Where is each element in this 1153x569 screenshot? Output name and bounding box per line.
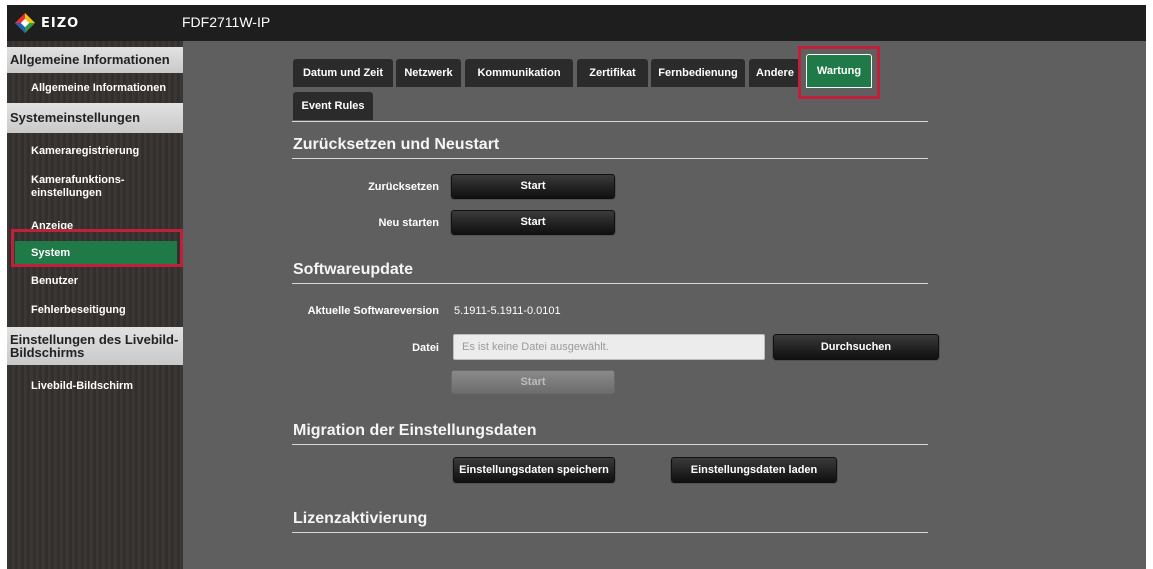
top-bar: EIZO FDF2711W-IP [7, 5, 1146, 41]
sidebar-item-camera-function-settings[interactable]: Kamerafunktions- einstellungen [7, 169, 157, 205]
browse-button[interactable]: Durchsuchen [773, 334, 939, 359]
sidebar-section-system-settings[interactable]: Systemeinstellungen [7, 103, 183, 133]
restart-start-button[interactable]: Start [451, 210, 615, 234]
restart-label: Neu starten [378, 217, 439, 229]
device-title: FDF2711W-IP [182, 14, 271, 30]
section-divider-software-update [292, 283, 928, 284]
section-title-reset: Zurücksetzen und Neustart [293, 136, 500, 153]
sidebar-item-general-info[interactable]: Allgemeine Informationen [7, 75, 183, 101]
tab-highlight-frame [798, 46, 880, 99]
reset-start-button[interactable]: Start [451, 174, 615, 198]
tab-event-rules[interactable]: Event Rules [293, 92, 373, 120]
section-title-migration: Migration der Einstellungsdaten [293, 422, 537, 439]
sidebar-highlight-frame [11, 229, 183, 267]
eizo-logo-icon [15, 13, 35, 33]
section-divider-migration [292, 444, 928, 445]
sidebar-item-troubleshooting[interactable]: Fehlerbeseitigung [7, 298, 183, 322]
tab-date-time[interactable]: Datum und Zeit [293, 59, 393, 87]
sidebar-item-camera-registration[interactable]: Kameraregistrierung [7, 138, 183, 164]
main-content: Datum und Zeit Netzwerk Kommunikation Ze… [183, 41, 1146, 569]
sidebar: Allgemeine Informationen Allgemeine Info… [7, 41, 183, 569]
load-settings-button[interactable]: Einstellungsdaten laden [671, 457, 837, 482]
sidebar-item-live-view-screen[interactable]: Livebild-Bildschirm [7, 375, 183, 397]
software-version-label: Aktuelle Softwareversion [307, 305, 439, 317]
tab-network[interactable]: Netzwerk [396, 59, 461, 87]
tab-communication[interactable]: Kommunikation [465, 59, 573, 87]
section-title-software-update: Softwareupdate [293, 261, 414, 278]
reset-label: Zurücksetzen [368, 181, 439, 193]
logo-text: EIZO [41, 15, 80, 31]
app-window: EIZO FDF2711W-IP Allgemeine Informatione… [7, 5, 1146, 569]
sidebar-section-general[interactable]: Allgemeine Informationen [7, 47, 183, 73]
tab-divider [292, 121, 928, 122]
file-path-field[interactable]: Es ist keine Datei ausgewählt. [453, 334, 765, 360]
section-title-license: Lizenzaktivierung [293, 510, 428, 527]
sidebar-section-live-view-settings[interactable]: Einstellungen des Livebild-Bildschirms [7, 327, 183, 365]
logo: EIZO [15, 13, 79, 33]
section-divider-reset [292, 158, 928, 159]
tab-certificate[interactable]: Zertifikat [577, 59, 648, 87]
section-divider-license [292, 532, 928, 533]
sidebar-item-users[interactable]: Benutzer [7, 270, 183, 292]
tab-other[interactable]: Andere [749, 59, 801, 87]
software-version-value: 5.1911-5.1911-0.0101 [454, 305, 561, 317]
file-label: Datei [412, 342, 439, 354]
save-settings-button[interactable]: Einstellungsdaten speichern [453, 457, 615, 482]
tab-remote-control[interactable]: Fernbedienung [651, 59, 745, 87]
update-start-button[interactable]: Start [451, 370, 615, 394]
